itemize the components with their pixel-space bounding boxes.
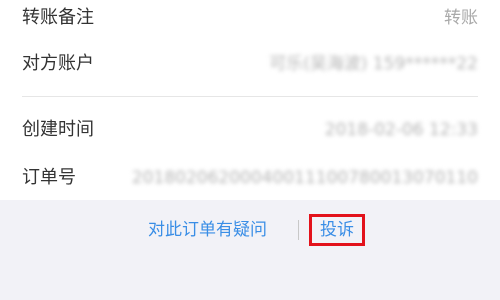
created-time-label: 创建时间 xyxy=(22,119,94,140)
order-number-label: 订单号 xyxy=(22,167,76,188)
remark-value: 转账 xyxy=(444,8,478,28)
account-label: 对方账户 xyxy=(22,53,94,74)
remark-row: 转账备注 转账 xyxy=(0,0,500,40)
complain-button[interactable]: 投诉 xyxy=(309,214,365,246)
created-time-row: 创建时间 2018-02-06 12:33 xyxy=(0,112,500,152)
order-question-link[interactable]: 对此订单有疑问 xyxy=(148,218,267,242)
order-number-value: 20180206200040011100780013070110 xyxy=(131,168,478,188)
created-time-value: 2018-02-06 12:33 xyxy=(324,120,478,140)
account-value: 可乐(吴海波) 159******22 xyxy=(269,54,478,74)
remark-label: 转账备注 xyxy=(22,7,94,28)
order-details-card: 转账备注 转账 对方账户 可乐(吴海波) 159******22 创建时间 20… xyxy=(0,0,500,200)
link-separator xyxy=(298,220,299,240)
order-footer: 对此订单有疑问 投诉 xyxy=(0,200,500,300)
section-divider xyxy=(22,96,478,97)
order-number-row: 订单号 20180206200040011100780013070110 xyxy=(0,160,500,200)
account-row: 对方账户 可乐(吴海波) 159******22 xyxy=(0,46,500,86)
